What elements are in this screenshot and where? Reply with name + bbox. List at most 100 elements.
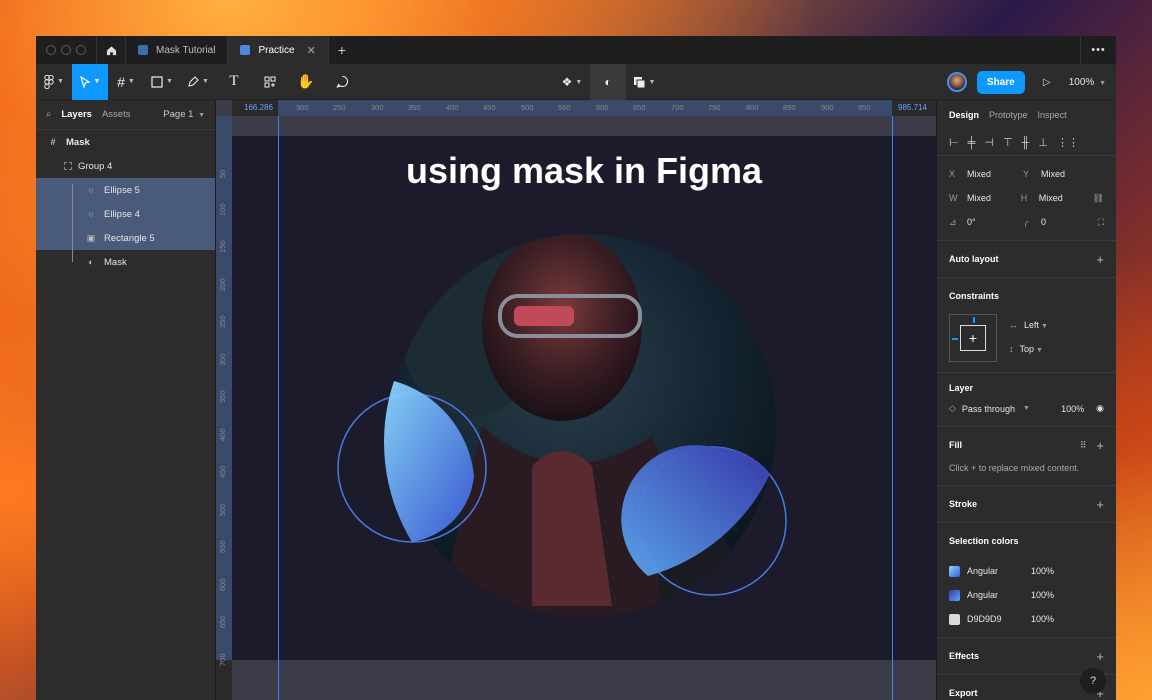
add-auto-layout-icon[interactable]: + xyxy=(1096,252,1104,267)
chevron-down-icon: ▼ xyxy=(166,78,173,85)
pen-tool-button[interactable]: ▼ xyxy=(180,64,216,100)
constraint-top-tick[interactable] xyxy=(973,317,975,323)
mask-button[interactable]: ◐ xyxy=(590,64,626,100)
add-effect-icon[interactable]: + xyxy=(1096,649,1104,664)
corner-radius-field[interactable]: ╭ 0 xyxy=(1023,217,1097,228)
align-right-icon[interactable]: ⊣ xyxy=(984,136,994,149)
ruler-tick: 300 xyxy=(218,353,227,366)
chevron-down-icon: ▼ xyxy=(575,78,583,86)
layer-mask-shape[interactable]: ◐ Mask xyxy=(36,250,215,274)
layer-opacity[interactable]: 100% xyxy=(1061,404,1084,414)
align-top-icon[interactable]: ⊤ xyxy=(1003,136,1013,149)
share-button[interactable]: Share xyxy=(976,70,1025,94)
vertical-constraint-dropdown[interactable]: ↕ Top ▼ xyxy=(1009,344,1048,354)
horizontal-constraint-icon: ↔ xyxy=(1009,320,1018,330)
workspace: ⌕ Layers Assets Page 1 ▼ # Mask Group 4 xyxy=(36,100,1116,700)
align-bottom-icon[interactable]: ⊥ xyxy=(1038,136,1048,149)
add-fill-icon[interactable]: + xyxy=(1096,438,1104,453)
constrain-proportions-icon[interactable]: ⛓ xyxy=(1093,193,1104,204)
home-button[interactable] xyxy=(96,36,126,64)
layer-label: Mask xyxy=(66,136,90,148)
frame-tool-button[interactable]: # ▼ xyxy=(108,64,144,100)
avatar[interactable] xyxy=(946,72,967,92)
minimize-window-button[interactable] xyxy=(61,45,71,55)
close-window-button[interactable] xyxy=(46,45,56,55)
constraints-widget[interactable]: + xyxy=(949,314,997,362)
group-icon xyxy=(64,162,72,170)
chevron-down-icon: ▼ xyxy=(1036,347,1043,354)
width-field[interactable]: W Mixed xyxy=(949,193,1021,203)
tab-assets[interactable]: Assets xyxy=(102,109,131,120)
ruler-left-edge: 166.286 xyxy=(244,103,273,112)
distribute-icon[interactable]: ⋮⋮ xyxy=(1057,136,1079,149)
y-field[interactable]: Y Mixed xyxy=(1023,169,1097,179)
styles-grid-icon[interactable]: ⠿ xyxy=(1080,440,1087,451)
ellipse-icon: ○ xyxy=(88,209,94,219)
add-stroke-icon[interactable]: + xyxy=(1096,497,1104,512)
zoom-dropdown[interactable]: 100% ▼ xyxy=(1069,77,1106,88)
rotation-icon: ⊿ xyxy=(949,216,957,227)
horizontal-constraint-dropdown[interactable]: ↔ Left ▼ xyxy=(1009,320,1048,330)
hand-tool-button[interactable]: ✋ xyxy=(288,64,324,100)
chevron-down-icon: ▼ xyxy=(57,78,64,85)
canvas[interactable]: 166.286 300 250 300 350 400 450 500 550 … xyxy=(216,100,936,700)
layer-ellipse-4[interactable]: ○ Ellipse 4 xyxy=(36,202,215,226)
selection-color-row[interactable]: Angular 100% xyxy=(949,559,1104,583)
selection-edge-right xyxy=(892,116,893,700)
layer-ellipse-5[interactable]: ○ Ellipse 5 xyxy=(36,178,215,202)
chevron-down-icon: ▼ xyxy=(93,78,101,85)
tab-design[interactable]: Design xyxy=(949,110,979,120)
layer-group-4[interactable]: Group 4 xyxy=(36,154,215,178)
shape-tool-button[interactable]: ▼ xyxy=(144,64,180,100)
home-icon xyxy=(106,45,116,55)
text-tool-button[interactable]: T xyxy=(216,64,252,100)
boolean-button[interactable]: ▼ xyxy=(626,64,662,100)
layer-rectangle-5[interactable]: ▣ Rectangle 5 xyxy=(36,226,215,250)
component-button[interactable]: ❖ ▼ xyxy=(554,64,590,100)
help-button[interactable]: ? xyxy=(1080,668,1106,694)
search-icon[interactable]: ⌕ xyxy=(46,109,51,120)
ruler-tick: 700 xyxy=(218,653,227,666)
ruler-tick: 450 xyxy=(218,465,227,478)
present-play-icon[interactable]: ▷ xyxy=(1035,77,1059,88)
page-selector[interactable]: Page 1 ▼ xyxy=(163,109,205,120)
height-field[interactable]: H Mixed xyxy=(1021,193,1093,203)
align-center-h-icon[interactable]: ╪ xyxy=(968,137,976,149)
independent-corners-icon[interactable]: ⛶ xyxy=(1098,217,1104,228)
new-tab-button[interactable]: + xyxy=(329,42,355,58)
layer-mask-frame[interactable]: # Mask xyxy=(36,130,215,154)
ruler-tick: 250 xyxy=(218,315,227,328)
ruler-tick: 300 xyxy=(371,103,384,112)
main-menu-button[interactable]: ▼ xyxy=(36,64,72,100)
ruler-tick: 300 xyxy=(296,103,309,112)
toolbar: ▼ ▼ # ▼ ▼ ▼ T ✋ ❖ ▼ ◐ ▼ Share ▷ 100% ▼ xyxy=(36,63,1116,100)
ruler-tick: 650 xyxy=(633,103,646,112)
selection-colors-section: Selection colors Angular 100% Angular 10… xyxy=(937,523,1116,638)
align-left-icon[interactable]: ⊢ xyxy=(949,136,959,149)
selection-color-row[interactable]: Angular 100% xyxy=(949,583,1104,607)
constraint-left-tick[interactable] xyxy=(952,338,958,340)
close-tab-icon[interactable]: ✕ xyxy=(307,44,316,57)
mask-frame[interactable]: using mask in Figma xyxy=(232,136,936,660)
selection-color-row[interactable]: D9D9D9 100% xyxy=(949,607,1104,631)
x-field[interactable]: X Mixed xyxy=(949,169,1023,179)
comment-tool-button[interactable] xyxy=(324,64,360,100)
ruler-tick: 50 xyxy=(218,169,227,178)
maximize-window-button[interactable] xyxy=(76,45,86,55)
tab-inspect[interactable]: Inspect xyxy=(1038,110,1067,120)
tab-label: Practice xyxy=(258,44,295,56)
move-tool-button[interactable]: ▼ xyxy=(72,63,108,100)
constraints-section: Constraints + ↔ Left ▼ ↕ Top ▼ xyxy=(937,278,1116,373)
tab-prototype[interactable]: Prototype xyxy=(989,110,1028,120)
tab-practice[interactable]: Practice ✕ xyxy=(228,36,329,64)
rotation-field[interactable]: ⊿ 0° xyxy=(949,217,1023,228)
mask-artwork[interactable] xyxy=(232,136,936,660)
blend-mode-dropdown[interactable]: Pass through xyxy=(962,404,1015,414)
eye-icon[interactable]: ◉ xyxy=(1096,403,1104,414)
ruler-tick: 350 xyxy=(408,103,421,112)
align-middle-icon[interactable]: ╫ xyxy=(1022,137,1030,149)
tab-mask-tutorial[interactable]: Mask Tutorial xyxy=(126,36,229,64)
tab-layers[interactable]: Layers xyxy=(61,109,92,120)
resources-tool-button[interactable] xyxy=(252,64,288,100)
more-menu-button[interactable]: ••• xyxy=(1080,36,1116,64)
